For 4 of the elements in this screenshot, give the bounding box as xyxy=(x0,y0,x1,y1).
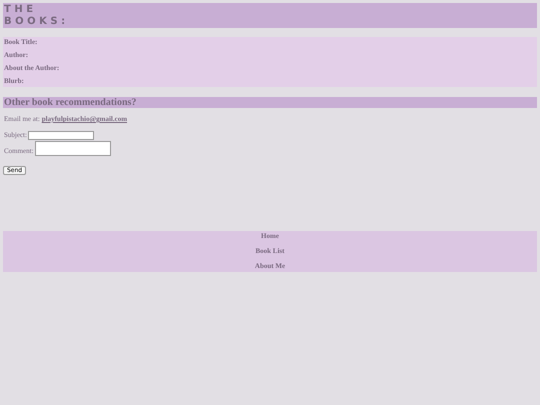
section-heading: Other book recommendations? xyxy=(3,97,537,108)
site-title: THE BOOKS: xyxy=(4,4,70,28)
subject-field[interactable] xyxy=(28,130,94,140)
comment-field[interactable] xyxy=(34,140,111,156)
